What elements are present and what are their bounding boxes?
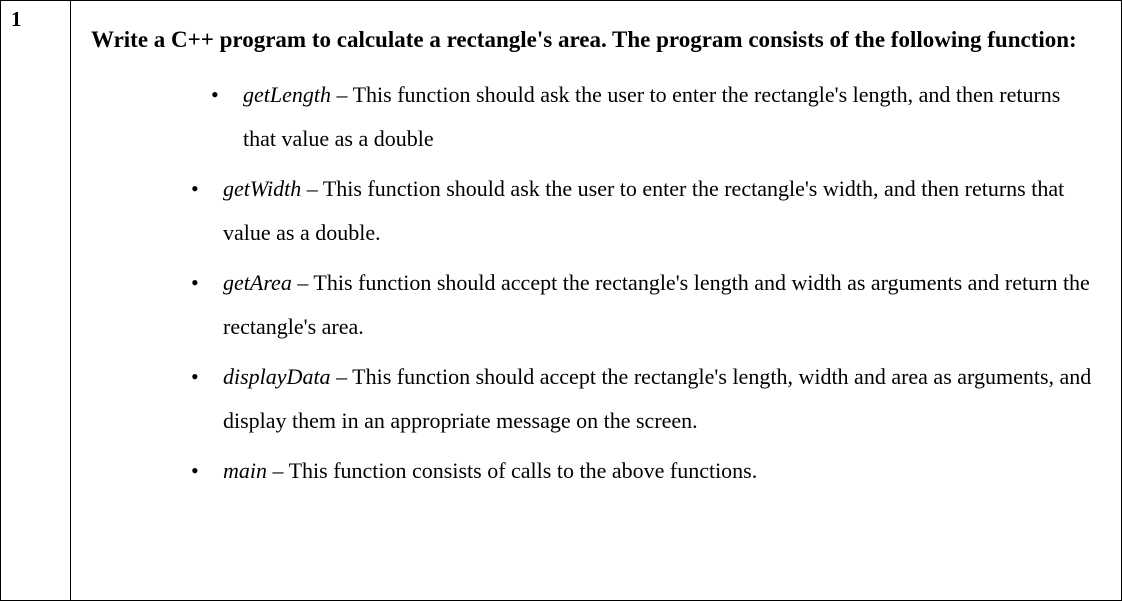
function-desc: – This function should ask the user to e… (223, 176, 1064, 245)
function-name: getLength (243, 82, 331, 107)
function-desc: – This function should accept the rectan… (223, 364, 1091, 433)
function-name: getArea (223, 270, 292, 295)
function-name: main (223, 458, 267, 483)
list-item: main – This function consists of calls t… (191, 449, 1097, 493)
list-item: getWidth – This function should ask the … (191, 167, 1097, 255)
list-item: getArea – This function should accept th… (191, 261, 1097, 349)
function-name: getWidth (223, 176, 301, 201)
list-item: displayData – This function should accep… (191, 355, 1097, 443)
question-number: 1 (11, 7, 22, 31)
list-item: getLength – This function should ask the… (211, 73, 1097, 161)
question-heading: Write a C++ program to calculate a recta… (91, 17, 1097, 63)
question-content-cell: Write a C++ program to calculate a recta… (71, 1, 1121, 600)
function-name: displayData (223, 364, 331, 389)
function-desc: – This function consists of calls to the… (267, 458, 757, 483)
function-desc: – This function should accept the rectan… (223, 270, 1090, 339)
function-list: getLength – This function should ask the… (91, 73, 1097, 493)
question-table: 1 Write a C++ program to calculate a rec… (0, 0, 1122, 601)
function-desc: – This function should ask the user to e… (243, 82, 1060, 151)
question-number-cell: 1 (1, 1, 71, 600)
